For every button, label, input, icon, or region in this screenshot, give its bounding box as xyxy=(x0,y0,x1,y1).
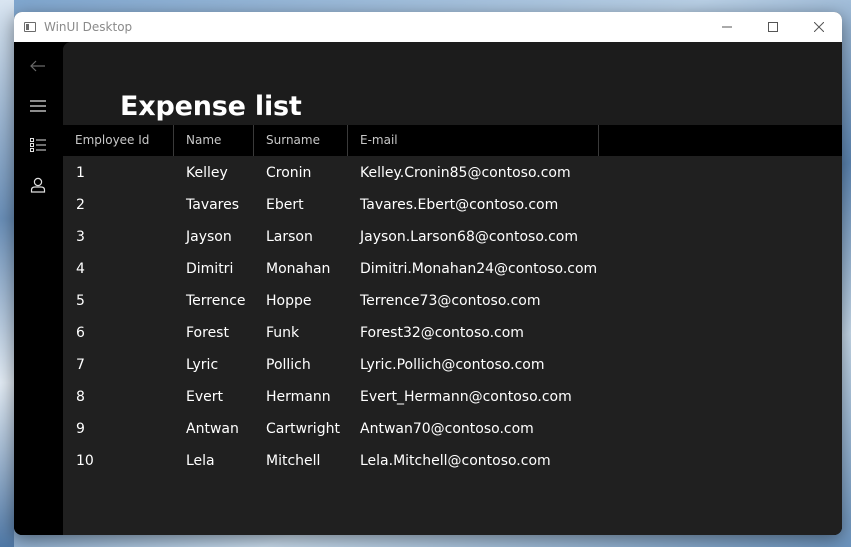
cell-employee-id: 6 xyxy=(76,325,85,341)
cell-surname: Monahan xyxy=(266,261,331,277)
table-row[interactable]: 2 Tavares Ebert Tavares.Ebert@contoso.co… xyxy=(63,189,842,221)
desktop-wallpaper xyxy=(0,0,14,547)
cell-email: Kelley.Cronin85@contoso.com xyxy=(360,165,571,181)
page-title: Expense list xyxy=(120,91,302,122)
column-header-surname[interactable]: Surname xyxy=(254,125,348,156)
cell-surname: Mitchell xyxy=(266,453,321,469)
person-icon xyxy=(30,177,46,193)
cell-employee-id: 4 xyxy=(76,261,85,277)
app-window-icon xyxy=(24,22,36,32)
title-bar[interactable]: WinUI Desktop xyxy=(14,12,842,42)
table-row[interactable]: 5 Terrence Hoppe Terrence73@contoso.com xyxy=(63,285,842,317)
cell-name: Tavares xyxy=(186,197,240,213)
table-row[interactable]: 1 Kelley Cronin Kelley.Cronin85@contoso.… xyxy=(63,157,842,189)
cell-surname: Pollich xyxy=(266,357,311,373)
column-divider[interactable] xyxy=(598,125,599,156)
cell-email: Antwan70@contoso.com xyxy=(360,421,534,437)
cell-employee-id: 3 xyxy=(76,229,85,245)
caption-buttons xyxy=(704,12,842,42)
cell-surname: Hoppe xyxy=(266,293,312,309)
table-body: 1 Kelley Cronin Kelley.Cronin85@contoso.… xyxy=(63,157,842,477)
window-title: WinUI Desktop xyxy=(44,20,133,34)
column-header-name[interactable]: Name xyxy=(174,125,254,156)
nav-item-expense-list[interactable] xyxy=(22,129,54,161)
table-row[interactable]: 10 Lela Mitchell Lela.Mitchell@contoso.c… xyxy=(63,445,842,477)
cell-name: Jayson xyxy=(186,229,232,245)
table-row[interactable]: 9 Antwan Cartwright Antwan70@contoso.com xyxy=(63,413,842,445)
minimize-button[interactable] xyxy=(704,12,750,42)
cell-name: Lyric xyxy=(186,357,219,373)
cell-email: Evert_Hermann@contoso.com xyxy=(360,389,572,405)
table-row[interactable]: 8 Evert Hermann Evert_Hermann@contoso.co… xyxy=(63,381,842,413)
hamburger-menu-icon xyxy=(30,100,46,112)
table-row[interactable]: 7 Lyric Pollich Lyric.Pollich@contoso.co… xyxy=(63,349,842,381)
table-header: Employee Id Name Surname E-mail xyxy=(63,125,842,156)
cell-surname: Hermann xyxy=(266,389,331,405)
main-content: Expense list Employee Id Name Surname E-… xyxy=(63,42,842,535)
back-arrow-icon xyxy=(30,60,45,72)
cell-surname: Funk xyxy=(266,325,300,341)
app-window: WinUI Desktop Expense list Employee Id N… xyxy=(14,12,842,535)
cell-email: Lyric.Pollich@contoso.com xyxy=(360,357,545,373)
cell-employee-id: 1 xyxy=(76,165,85,181)
cell-name: Evert xyxy=(186,389,223,405)
maximize-button[interactable] xyxy=(750,12,796,42)
column-header-employee-id[interactable]: Employee Id xyxy=(63,125,174,156)
cell-name: Forest xyxy=(186,325,229,341)
cell-surname: Cronin xyxy=(266,165,312,181)
cell-employee-id: 7 xyxy=(76,357,85,373)
menu-toggle-button[interactable] xyxy=(22,90,54,122)
cell-name: Kelley xyxy=(186,165,228,181)
cell-name: Terrence xyxy=(186,293,246,309)
cell-surname: Cartwright xyxy=(266,421,340,437)
table-row[interactable]: 4 Dimitri Monahan Dimitri.Monahan24@cont… xyxy=(63,253,842,285)
cell-email: Tavares.Ebert@contoso.com xyxy=(360,197,559,213)
cell-employee-id: 8 xyxy=(76,389,85,405)
cell-email: Jayson.Larson68@contoso.com xyxy=(360,229,579,245)
maximize-icon xyxy=(768,22,778,32)
list-icon xyxy=(30,138,46,152)
table-row[interactable]: 6 Forest Funk Forest32@contoso.com xyxy=(63,317,842,349)
minimize-icon xyxy=(722,26,732,28)
navigation-pane xyxy=(14,42,63,535)
cell-employee-id: 9 xyxy=(76,421,85,437)
cell-email: Terrence73@contoso.com xyxy=(360,293,541,309)
cell-email: Dimitri.Monahan24@contoso.com xyxy=(360,261,598,277)
cell-name: Antwan xyxy=(186,421,239,437)
close-button[interactable] xyxy=(796,12,842,42)
cell-employee-id: 5 xyxy=(76,293,85,309)
column-header-email[interactable]: E-mail xyxy=(348,125,599,156)
cell-surname: Ebert xyxy=(266,197,304,213)
cell-employee-id: 2 xyxy=(76,197,85,213)
close-icon xyxy=(814,22,824,32)
cell-name: Lela xyxy=(186,453,215,469)
cell-email: Lela.Mitchell@contoso.com xyxy=(360,453,551,469)
cell-employee-id: 10 xyxy=(76,453,94,469)
nav-item-account[interactable] xyxy=(22,169,54,201)
table-row[interactable]: 3 Jayson Larson Jayson.Larson68@contoso.… xyxy=(63,221,842,253)
cell-surname: Larson xyxy=(266,229,313,245)
cell-name: Dimitri xyxy=(186,261,234,277)
cell-email: Forest32@contoso.com xyxy=(360,325,524,341)
back-button[interactable] xyxy=(22,50,54,82)
